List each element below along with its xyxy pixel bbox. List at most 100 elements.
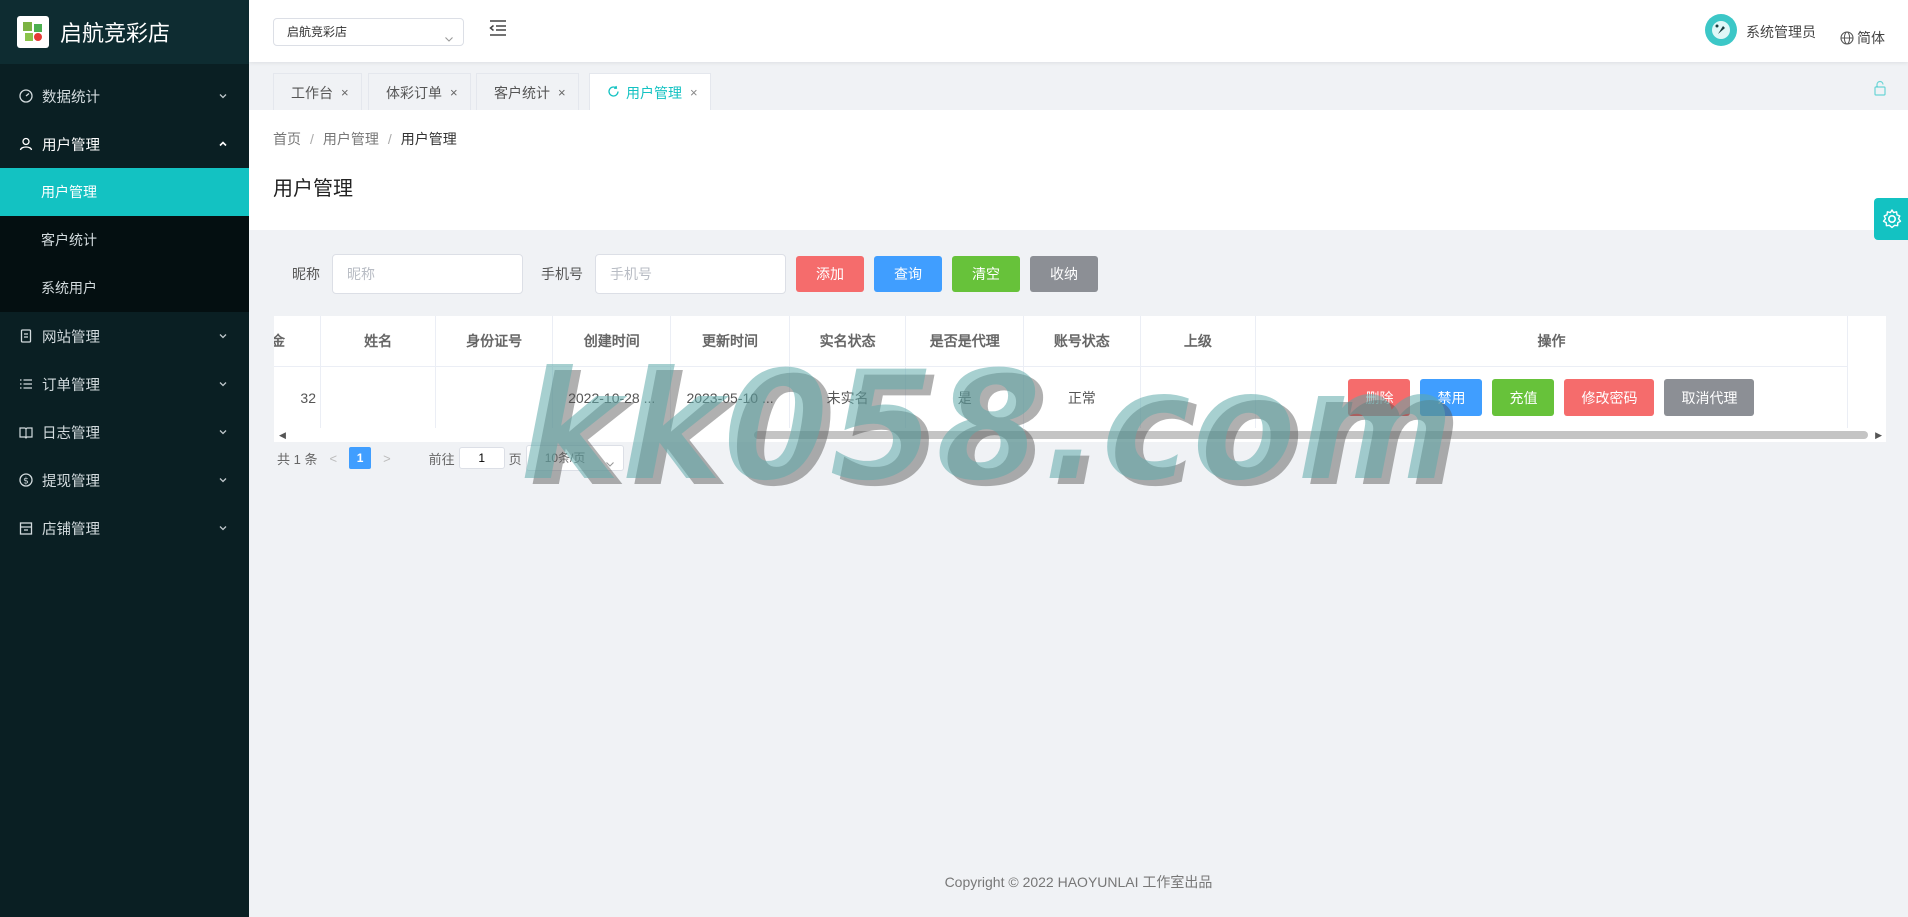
prev-page-icon[interactable]: < xyxy=(329,451,337,466)
sidebar-item-label: 数据统计 xyxy=(42,89,100,106)
breadcrumb-current: 用户管理 xyxy=(400,131,457,147)
admin-name[interactable]: 系统管理员 xyxy=(1746,22,1816,42)
list-icon xyxy=(18,376,34,392)
cell-id-card xyxy=(435,366,554,428)
col-header: 账号状态 xyxy=(1023,316,1141,367)
globe-icon xyxy=(1840,31,1854,45)
ban-button[interactable]: 禁用 xyxy=(1420,379,1483,416)
book-icon xyxy=(18,424,34,440)
nickname-label: 昵称 xyxy=(292,266,320,282)
cell-verified: 未实名 xyxy=(789,366,907,428)
chevron-up-icon xyxy=(217,138,229,150)
tab-customer-stats[interactable]: 客户统计 × xyxy=(476,73,579,111)
refresh-icon[interactable] xyxy=(607,85,620,101)
sidebar-item-withdraw-management[interactable]: $ 提现管理 xyxy=(0,456,249,504)
sidebar-menu: 数据统计 用户管理 用户管理 客户统计 系统用户 网站管理 订单管理 日志管理 xyxy=(0,64,249,552)
sidebar-subitem-system-users[interactable]: 系统用户 xyxy=(0,264,249,312)
chevron-down-icon xyxy=(217,378,229,390)
chevron-down-icon xyxy=(217,330,229,342)
breadcrumb: 首页 / 用户管理 / 用户管理 xyxy=(273,129,457,149)
logo-icon xyxy=(17,16,49,48)
nickname-input[interactable] xyxy=(332,254,523,294)
sidebar-subitem-customer-stats[interactable]: 客户统计 xyxy=(0,216,249,264)
chevron-down-icon xyxy=(444,27,454,42)
phone-input[interactable] xyxy=(595,254,786,294)
sidebar-item-label: 店铺管理 xyxy=(42,521,100,538)
sidebar-item-user-management[interactable]: 用户管理 xyxy=(0,120,249,168)
close-icon[interactable]: × xyxy=(558,85,566,100)
avatar[interactable] xyxy=(1705,14,1737,46)
menu-fold-icon[interactable] xyxy=(488,18,510,40)
lock-icon[interactable] xyxy=(1872,80,1888,99)
tab-label: 体彩订单 xyxy=(386,84,442,101)
language-label: 简体 xyxy=(1857,30,1885,46)
delete-button[interactable]: 删除 xyxy=(1348,379,1411,416)
tab-sports-orders[interactable]: 体彩订单 × xyxy=(368,73,471,111)
tab-user-management[interactable]: 用户管理 × xyxy=(589,73,711,111)
scrollbar-thumb[interactable] xyxy=(754,431,1868,439)
query-button[interactable]: 查询 xyxy=(874,256,942,292)
col-header: 操作 xyxy=(1255,316,1849,367)
sidebar-item-store-management[interactable]: 店铺管理 xyxy=(0,504,249,552)
col-header: 更新时间 xyxy=(670,316,790,367)
scroll-left-icon[interactable]: ◀ xyxy=(279,430,286,441)
page-size-value: 10条/页 xyxy=(544,451,586,465)
dashboard-icon xyxy=(18,88,34,104)
cell-actions: 删除 禁用 充值 修改密码 取消代理 xyxy=(1255,366,1849,428)
sidebar-item-data-stats[interactable]: 数据统计 xyxy=(0,72,249,120)
breadcrumb-level1[interactable]: 用户管理 xyxy=(323,131,379,147)
user-table: 金 姓名 身份证号 创建时间 更新时间 实名状态 是否是代理 账号状态 上级 操… xyxy=(274,316,1886,428)
cell-updated: 2023-05-10 ... xyxy=(670,366,790,428)
chevron-down-icon xyxy=(217,426,229,438)
sidebar-item-order-management[interactable]: 订单管理 xyxy=(0,360,249,408)
breadcrumb-home[interactable]: 首页 xyxy=(273,131,301,147)
sidebar: 启航竞彩店 数据统计 用户管理 用户管理 客户统计 系统用户 网站管理 订单管理 xyxy=(0,0,249,917)
scroll-right-icon[interactable]: ▶ xyxy=(1875,430,1882,441)
goto-page-input[interactable] xyxy=(458,447,505,469)
submenu-user-management: 用户管理 客户统计 系统用户 xyxy=(0,168,249,312)
sidebar-item-log-management[interactable]: 日志管理 xyxy=(0,408,249,456)
tab-label: 用户管理 xyxy=(626,84,682,101)
goto-label: 前往 xyxy=(428,451,455,467)
tab-workbench[interactable]: 工作台 × xyxy=(273,73,362,111)
next-page-icon[interactable]: > xyxy=(383,451,391,466)
sidebar-item-site-management[interactable]: 网站管理 xyxy=(0,312,249,360)
store-select-value: 启航竞彩店 xyxy=(287,25,348,39)
filter-bar: 昵称 手机号 添加 查询 清空 收纳 xyxy=(274,254,1098,294)
horizontal-scrollbar[interactable]: ◀ ▶ xyxy=(274,428,1886,442)
page-title: 用户管理 xyxy=(273,178,353,200)
sidebar-item-label: 网站管理 xyxy=(42,329,100,346)
sidebar-item-label: 日志管理 xyxy=(42,425,100,442)
sidebar-item-label: 订单管理 xyxy=(42,377,100,394)
close-icon[interactable]: × xyxy=(341,85,349,100)
page-size-select[interactable]: 10条/页 xyxy=(525,445,624,471)
phone-label: 手机号 xyxy=(541,266,583,282)
close-icon[interactable]: × xyxy=(690,85,698,100)
sidebar-subitem-user-management[interactable]: 用户管理 xyxy=(0,168,249,216)
sidebar-item-label: 提现管理 xyxy=(42,473,100,490)
col-header: 是否是代理 xyxy=(905,316,1024,367)
cell-amount: 32 xyxy=(274,366,321,428)
settings-gear-button[interactable] xyxy=(1874,198,1908,240)
tab-label: 工作台 xyxy=(291,84,333,101)
app-title: 启航竞彩店 xyxy=(60,21,171,46)
clear-button[interactable]: 清空 xyxy=(952,256,1020,292)
pagination: 共 1 条 < 1 > 前往 页 10条/页 xyxy=(277,445,624,471)
cancel-agent-button[interactable]: 取消代理 xyxy=(1664,379,1755,416)
language-switch[interactable]: 简体 xyxy=(1840,28,1885,48)
add-button[interactable]: 添加 xyxy=(796,256,864,292)
coin-icon: $ xyxy=(18,472,34,488)
collapse-button[interactable]: 收纳 xyxy=(1030,256,1098,292)
store-select[interactable]: 启航竞彩店 xyxy=(273,18,464,46)
svg-text:$: $ xyxy=(23,477,29,487)
col-header: 身份证号 xyxy=(435,316,554,367)
recharge-button[interactable]: 充值 xyxy=(1492,379,1555,416)
tab-label: 客户统计 xyxy=(494,84,550,101)
user-icon xyxy=(18,136,34,152)
page-number-current[interactable]: 1 xyxy=(349,447,372,469)
tab-bar: 工作台 × 体彩订单 × 客户统计 × 用户管理 × xyxy=(249,70,1908,111)
logo-bar: 启航竞彩店 xyxy=(0,0,249,64)
col-header: 金 xyxy=(274,316,321,367)
close-icon[interactable]: × xyxy=(450,85,458,100)
change-password-button[interactable]: 修改密码 xyxy=(1564,379,1655,416)
